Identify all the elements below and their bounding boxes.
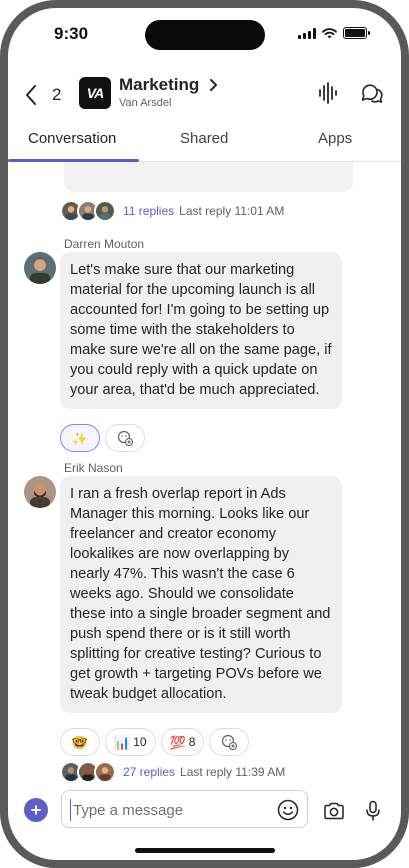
- reactions-row: 🤓 📊 10 💯 8: [60, 728, 250, 756]
- add-button[interactable]: [24, 798, 48, 822]
- wifi-icon: [322, 27, 337, 38]
- add-reaction-icon: [222, 734, 238, 750]
- reply-avatars: [60, 200, 116, 222]
- chevron-right-icon[interactable]: [208, 78, 218, 92]
- back-chevron-icon[interactable]: [24, 84, 38, 106]
- cellular-signal-icon: [298, 27, 316, 39]
- team-name[interactable]: Marketing: [119, 75, 199, 95]
- previous-message-card: [64, 162, 353, 192]
- reaction-sparkles[interactable]: ✨: [60, 424, 100, 452]
- home-indicator: [135, 848, 275, 853]
- phone-frame: 9:30 2 VA Marketing Van Arsdel Conversat…: [0, 0, 409, 868]
- reaction-nerd-face[interactable]: 🤓: [60, 728, 100, 756]
- plus-icon: [31, 805, 41, 815]
- message-input[interactable]: [70, 799, 270, 821]
- audio-call-icon[interactable]: [318, 82, 338, 104]
- tab-shared[interactable]: Shared: [180, 130, 228, 147]
- battery-icon: [343, 27, 370, 39]
- status-time: 9:30: [54, 24, 89, 43]
- chat-icon[interactable]: [360, 82, 384, 104]
- thread-replies-row[interactable]: 11 replies Last reply 11:01 AM: [60, 200, 284, 222]
- message-bubble[interactable]: Let's make sure that our marketing mater…: [60, 252, 342, 409]
- last-reply-time: Last reply 11:39 AM: [180, 765, 286, 779]
- message-bubble[interactable]: I ran a fresh overlap report in Ads Mana…: [60, 476, 342, 713]
- status-icons: [298, 27, 370, 39]
- add-reaction-button[interactable]: [105, 424, 145, 452]
- reactions-row: ✨: [60, 424, 145, 452]
- last-reply-time: Last reply 11:01 AM: [179, 204, 285, 218]
- microphone-icon[interactable]: [365, 800, 381, 822]
- avatar: [94, 761, 116, 782]
- add-reaction-icon: [117, 430, 133, 446]
- tab-apps[interactable]: Apps: [318, 130, 352, 147]
- reaction-bar-chart[interactable]: 📊 10: [105, 728, 156, 756]
- tab-conversation[interactable]: Conversation: [28, 130, 116, 147]
- sender-name: Darren Mouton: [64, 237, 145, 251]
- back-unread-count[interactable]: 2: [52, 85, 61, 105]
- message-composer: [8, 784, 401, 836]
- camera-icon[interactable]: [323, 802, 345, 820]
- dynamic-island: [145, 20, 265, 50]
- team-subtitle: Van Arsdel: [119, 97, 172, 109]
- reply-count[interactable]: 11 replies: [123, 204, 174, 218]
- avatar: [94, 200, 116, 222]
- channel-header: 2 VA Marketing Van Arsdel: [8, 66, 401, 122]
- message-feed[interactable]: 11 replies Last reply 11:01 AM Darren Mo…: [8, 162, 401, 782]
- thread-replies-row[interactable]: 27 replies Last reply 11:39 AM: [60, 761, 285, 782]
- message-box[interactable]: [61, 790, 308, 828]
- emoji-icon[interactable]: [277, 799, 299, 821]
- reply-count[interactable]: 27 replies: [123, 765, 175, 779]
- avatar[interactable]: [24, 252, 56, 284]
- sender-name: Erik Nason: [64, 461, 123, 475]
- team-logo: VA: [79, 77, 111, 109]
- reaction-count: 8: [188, 735, 196, 749]
- add-reaction-button[interactable]: [209, 728, 250, 756]
- reaction-hundred[interactable]: 💯 8: [160, 728, 205, 756]
- avatar[interactable]: [24, 476, 56, 508]
- reaction-count: 10: [133, 735, 147, 749]
- reply-avatars: [60, 761, 116, 782]
- channel-tabs: Conversation Shared Apps: [8, 122, 401, 162]
